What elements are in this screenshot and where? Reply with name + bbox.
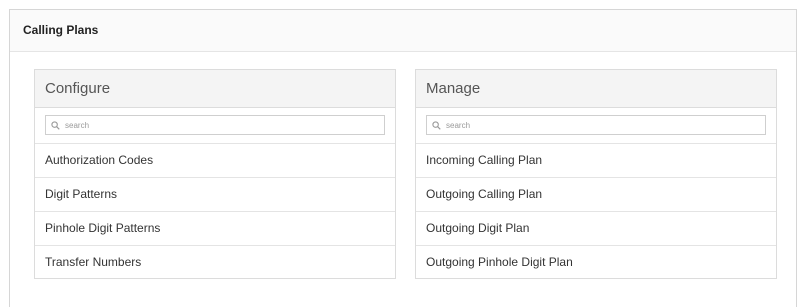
manage-search-input[interactable]: search — [426, 115, 766, 135]
search-icon — [51, 120, 61, 130]
configure-item-digit-patterns[interactable]: Digit Patterns — [35, 178, 395, 212]
configure-item-authorization-codes[interactable]: Authorization Codes — [35, 144, 395, 178]
configure-search-input[interactable]: search — [45, 115, 385, 135]
manage-item-outgoing-digit-plan[interactable]: Outgoing Digit Plan — [416, 212, 776, 246]
configure-item-pinhole-digit-patterns[interactable]: Pinhole Digit Patterns — [35, 212, 395, 246]
manage-panel-title: Manage — [416, 70, 776, 108]
section-title: Calling Plans — [23, 23, 99, 37]
search-placeholder: search — [65, 120, 90, 130]
manage-item-incoming-calling-plan[interactable]: Incoming Calling Plan — [416, 144, 776, 178]
search-icon — [432, 120, 442, 130]
manage-panel: Manage search Incoming Calling Plan Outg… — [415, 69, 777, 279]
manage-search-row: search — [416, 108, 776, 144]
configure-panel: Configure search Authorization Codes Dig… — [34, 69, 396, 279]
search-placeholder: search — [446, 120, 471, 130]
calling-plans-section: Calling Plans Configure search Authoriza… — [9, 9, 797, 307]
configure-search-row: search — [35, 108, 395, 144]
section-header — [10, 10, 796, 52]
configure-item-transfer-numbers[interactable]: Transfer Numbers — [35, 246, 395, 280]
manage-item-outgoing-pinhole-digit-plan[interactable]: Outgoing Pinhole Digit Plan — [416, 246, 776, 280]
configure-panel-title: Configure — [35, 70, 395, 108]
manage-item-outgoing-calling-plan[interactable]: Outgoing Calling Plan — [416, 178, 776, 212]
